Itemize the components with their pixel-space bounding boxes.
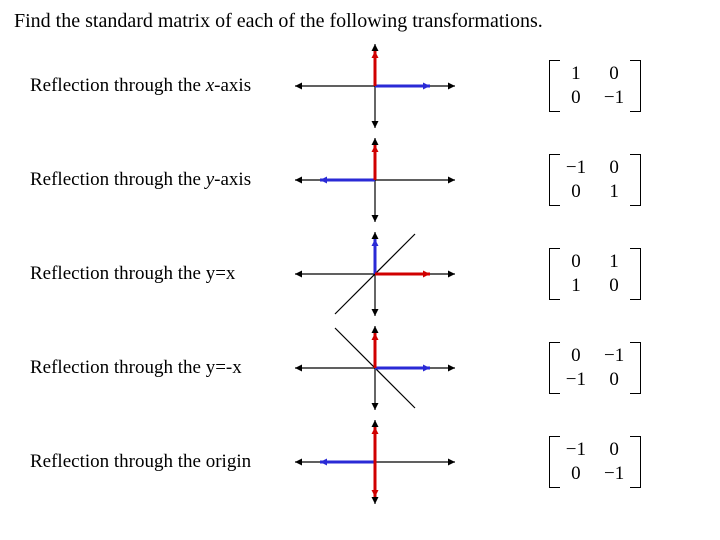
reflection-label: Reflection through the y-axis — [0, 168, 280, 192]
reflection-matrix: −1001 — [470, 154, 720, 206]
m-a: −1 — [566, 439, 586, 461]
m-d: 1 — [604, 181, 624, 203]
label-text-pre: Reflection through the — [30, 451, 206, 472]
reflection-label: Reflection through the y=-x — [0, 356, 280, 380]
m-d: −1 — [604, 87, 624, 109]
reflection-diagram — [280, 39, 470, 133]
reflection-row: Reflection through the y=x 0110 — [0, 227, 720, 321]
bracket-right — [630, 248, 641, 300]
bracket-right — [630, 154, 641, 206]
m-b: 0 — [604, 439, 624, 461]
m-c: 0 — [566, 181, 586, 203]
label-text-pre: Reflection through the — [30, 357, 206, 378]
reflection-label: Reflection through the x-axis — [0, 74, 280, 98]
label-axis-var: y — [206, 169, 214, 190]
reflection-label: Reflection through the origin — [0, 450, 280, 474]
m-a: 0 — [566, 251, 586, 273]
reflection-matrix: 100−1 — [470, 60, 720, 112]
m-d: 0 — [604, 275, 624, 297]
m-c: 0 — [566, 87, 586, 109]
reflection-matrix: −100−1 — [470, 436, 720, 488]
m-b: 1 — [604, 251, 624, 273]
reflection-row: Reflection through the y-axis−1001 — [0, 133, 720, 227]
reflection-row: Reflection through the x-axis100−1 — [0, 39, 720, 133]
label-text-pre: Reflection through the — [30, 169, 206, 190]
m-d: −1 — [604, 463, 624, 485]
reflection-diagram — [280, 227, 470, 321]
reflection-diagram — [280, 415, 470, 509]
bracket-right — [630, 436, 641, 488]
bracket-left — [549, 248, 560, 300]
rows-container: Reflection through the x-axis100−1Reflec… — [0, 33, 720, 509]
m-b: −1 — [604, 345, 624, 367]
bracket-left — [549, 342, 560, 394]
bracket-left — [549, 436, 560, 488]
m-a: 0 — [566, 345, 586, 367]
label-text-post: -axis — [214, 75, 251, 96]
label-text-post: -axis — [214, 169, 251, 190]
m-c: 1 — [566, 275, 586, 297]
bracket-right — [630, 342, 641, 394]
m-c: 0 — [566, 463, 586, 485]
label-text-post: y=x — [206, 263, 236, 284]
reflection-diagram — [280, 321, 470, 415]
m-b: 0 — [604, 157, 624, 179]
label-axis-var: x — [206, 75, 214, 96]
label-text-post: origin — [206, 451, 251, 472]
label-text-pre: Reflection through the — [30, 263, 206, 284]
m-a: 1 — [566, 63, 586, 85]
m-c: −1 — [566, 369, 586, 391]
reflection-diagram — [280, 133, 470, 227]
m-d: 0 — [604, 369, 624, 391]
bracket-left — [549, 154, 560, 206]
label-text-post: y=-x — [206, 357, 242, 378]
reflection-row: Reflection through the y=-x0−1−10 — [0, 321, 720, 415]
label-text-pre: Reflection through the — [30, 75, 206, 96]
bracket-right — [630, 60, 641, 112]
reflection-label: Reflection through the y=x — [0, 262, 280, 286]
page-title: Find the standard matrix of each of the … — [0, 0, 720, 33]
m-a: −1 — [566, 157, 586, 179]
reflection-row: Reflection through the origin−100−1 — [0, 415, 720, 509]
reflection-matrix: 0−1−10 — [470, 342, 720, 394]
bracket-left — [549, 60, 560, 112]
m-b: 0 — [604, 63, 624, 85]
reflection-matrix: 0110 — [470, 248, 720, 300]
